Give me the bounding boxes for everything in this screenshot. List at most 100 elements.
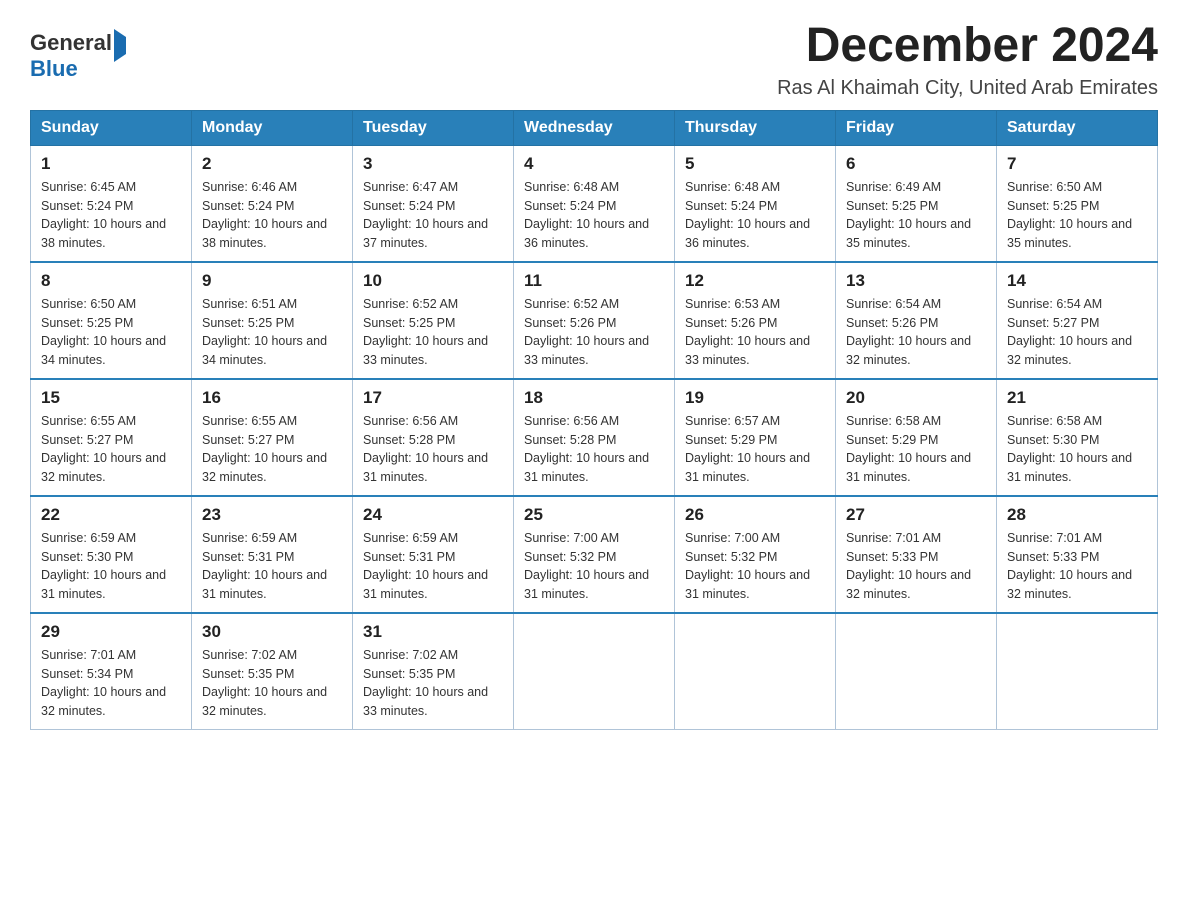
day-number: 14 xyxy=(1007,271,1147,291)
day-number: 5 xyxy=(685,154,825,174)
calendar-cell: 25 Sunrise: 7:00 AMSunset: 5:32 PMDayligh… xyxy=(514,496,675,613)
day-info: Sunrise: 6:48 AMSunset: 5:24 PMDaylight:… xyxy=(685,178,825,253)
day-number: 31 xyxy=(363,622,503,642)
day-info: Sunrise: 6:45 AMSunset: 5:24 PMDaylight:… xyxy=(41,178,181,253)
calendar-cell: 27 Sunrise: 7:01 AMSunset: 5:33 PMDayligh… xyxy=(836,496,997,613)
day-number: 26 xyxy=(685,505,825,525)
day-info: Sunrise: 6:48 AMSunset: 5:24 PMDaylight:… xyxy=(524,178,664,253)
day-info: Sunrise: 6:59 AMSunset: 5:31 PMDaylight:… xyxy=(202,529,342,604)
day-number: 18 xyxy=(524,388,664,408)
day-info: Sunrise: 7:01 AMSunset: 5:34 PMDaylight:… xyxy=(41,646,181,721)
logo-arrow-icon xyxy=(114,29,126,62)
week-row-5: 29 Sunrise: 7:01 AMSunset: 5:34 PMDayligh… xyxy=(31,613,1158,730)
calendar-cell: 1 Sunrise: 6:45 AMSunset: 5:24 PMDaylight… xyxy=(31,145,192,262)
day-number: 1 xyxy=(41,154,181,174)
logo-blue: Blue xyxy=(30,56,78,81)
day-number: 3 xyxy=(363,154,503,174)
logo-general: General xyxy=(30,30,112,55)
day-number: 11 xyxy=(524,271,664,291)
calendar-cell: 6Sunrise: 6:49 AMSunset: 5:25 PMDaylight… xyxy=(836,145,997,262)
calendar-cell: 7 Sunrise: 6:50 AMSunset: 5:25 PMDaylight… xyxy=(997,145,1158,262)
day-info: Sunrise: 6:47 AMSunset: 5:24 PMDaylight:… xyxy=(363,178,503,253)
calendar-table: SundayMondayTuesdayWednesdayThursdayFrid… xyxy=(30,110,1158,730)
day-info: Sunrise: 6:54 AMSunset: 5:27 PMDaylight:… xyxy=(1007,295,1147,370)
calendar-cell: 26 Sunrise: 7:00 AMSunset: 5:32 PMDayligh… xyxy=(675,496,836,613)
calendar-cell: 3 Sunrise: 6:47 AMSunset: 5:24 PMDaylight… xyxy=(353,145,514,262)
calendar-cell: 9 Sunrise: 6:51 AMSunset: 5:25 PMDaylight… xyxy=(192,262,353,379)
page-header: General Blue December 2024 Ras Al Khaima… xyxy=(30,20,1158,100)
day-info: Sunrise: 6:55 AMSunset: 5:27 PMDaylight:… xyxy=(41,412,181,487)
calendar-cell: 23 Sunrise: 6:59 AMSunset: 5:31 PMDayligh… xyxy=(192,496,353,613)
day-number: 29 xyxy=(41,622,181,642)
day-number: 20 xyxy=(846,388,986,408)
day-info: Sunrise: 6:58 AMSunset: 5:29 PMDaylight:… xyxy=(846,412,986,487)
calendar-cell: 2Sunrise: 6:46 AMSunset: 5:24 PMDaylight… xyxy=(192,145,353,262)
day-info: Sunrise: 6:50 AMSunset: 5:25 PMDaylight:… xyxy=(1007,178,1147,253)
header-row: SundayMondayTuesdayWednesdayThursdayFrid… xyxy=(31,110,1158,145)
location-title: Ras Al Khaimah City, United Arab Emirate… xyxy=(777,77,1158,100)
calendar-cell xyxy=(675,613,836,730)
day-info: Sunrise: 6:56 AMSunset: 5:28 PMDaylight:… xyxy=(524,412,664,487)
month-title: December 2024 xyxy=(777,20,1158,73)
day-info: Sunrise: 6:55 AMSunset: 5:27 PMDaylight:… xyxy=(202,412,342,487)
day-number: 10 xyxy=(363,271,503,291)
calendar-cell: 19Sunrise: 6:57 AMSunset: 5:29 PMDayligh… xyxy=(675,379,836,496)
header-thursday: Thursday xyxy=(675,110,836,145)
day-info: Sunrise: 6:59 AMSunset: 5:30 PMDaylight:… xyxy=(41,529,181,604)
header-friday: Friday xyxy=(836,110,997,145)
calendar-cell: 15 Sunrise: 6:55 AMSunset: 5:27 PMDayligh… xyxy=(31,379,192,496)
day-info: Sunrise: 6:59 AMSunset: 5:31 PMDaylight:… xyxy=(363,529,503,604)
day-number: 21 xyxy=(1007,388,1147,408)
day-info: Sunrise: 6:50 AMSunset: 5:25 PMDaylight:… xyxy=(41,295,181,370)
day-info: Sunrise: 6:57 AMSunset: 5:29 PMDaylight:… xyxy=(685,412,825,487)
day-info: Sunrise: 7:00 AMSunset: 5:32 PMDaylight:… xyxy=(685,529,825,604)
calendar-cell: 18 Sunrise: 6:56 AMSunset: 5:28 PMDayligh… xyxy=(514,379,675,496)
day-number: 2 xyxy=(202,154,342,174)
calendar-cell xyxy=(514,613,675,730)
day-number: 27 xyxy=(846,505,986,525)
calendar-cell xyxy=(997,613,1158,730)
calendar-cell: 17Sunrise: 6:56 AMSunset: 5:28 PMDayligh… xyxy=(353,379,514,496)
day-info: Sunrise: 7:01 AMSunset: 5:33 PMDaylight:… xyxy=(846,529,986,604)
title-area: December 2024 Ras Al Khaimah City, Unite… xyxy=(777,20,1158,100)
header-tuesday: Tuesday xyxy=(353,110,514,145)
day-number: 30 xyxy=(202,622,342,642)
day-number: 17 xyxy=(363,388,503,408)
day-number: 7 xyxy=(1007,154,1147,174)
calendar-cell: 16Sunrise: 6:55 AMSunset: 5:27 PMDayligh… xyxy=(192,379,353,496)
logo: General Blue xyxy=(30,30,126,82)
calendar-cell: 8 Sunrise: 6:50 AMSunset: 5:25 PMDaylight… xyxy=(31,262,192,379)
calendar-cell: 20 Sunrise: 6:58 AMSunset: 5:29 PMDayligh… xyxy=(836,379,997,496)
header-monday: Monday xyxy=(192,110,353,145)
day-info: Sunrise: 6:52 AMSunset: 5:25 PMDaylight:… xyxy=(363,295,503,370)
day-info: Sunrise: 6:54 AMSunset: 5:26 PMDaylight:… xyxy=(846,295,986,370)
calendar-cell: 10 Sunrise: 6:52 AMSunset: 5:25 PMDayligh… xyxy=(353,262,514,379)
calendar-cell: 24 Sunrise: 6:59 AMSunset: 5:31 PMDayligh… xyxy=(353,496,514,613)
calendar-cell: 14 Sunrise: 6:54 AMSunset: 5:27 PMDayligh… xyxy=(997,262,1158,379)
day-info: Sunrise: 7:00 AMSunset: 5:32 PMDaylight:… xyxy=(524,529,664,604)
day-number: 13 xyxy=(846,271,986,291)
day-number: 4 xyxy=(524,154,664,174)
day-number: 23 xyxy=(202,505,342,525)
week-row-4: 22Sunrise: 6:59 AMSunset: 5:30 PMDayligh… xyxy=(31,496,1158,613)
week-row-2: 8 Sunrise: 6:50 AMSunset: 5:25 PMDaylight… xyxy=(31,262,1158,379)
week-row-3: 15 Sunrise: 6:55 AMSunset: 5:27 PMDayligh… xyxy=(31,379,1158,496)
logo-text: General Blue xyxy=(30,30,126,82)
day-info: Sunrise: 6:53 AMSunset: 5:26 PMDaylight:… xyxy=(685,295,825,370)
day-number: 15 xyxy=(41,388,181,408)
calendar-cell: 31 Sunrise: 7:02 AMSunset: 5:35 PMDayligh… xyxy=(353,613,514,730)
header-wednesday: Wednesday xyxy=(514,110,675,145)
day-info: Sunrise: 6:51 AMSunset: 5:25 PMDaylight:… xyxy=(202,295,342,370)
calendar-cell: 29 Sunrise: 7:01 AMSunset: 5:34 PMDayligh… xyxy=(31,613,192,730)
day-info: Sunrise: 7:02 AMSunset: 5:35 PMDaylight:… xyxy=(363,646,503,721)
day-info: Sunrise: 6:58 AMSunset: 5:30 PMDaylight:… xyxy=(1007,412,1147,487)
day-number: 24 xyxy=(363,505,503,525)
calendar-cell: 4 Sunrise: 6:48 AMSunset: 5:24 PMDaylight… xyxy=(514,145,675,262)
day-info: Sunrise: 7:02 AMSunset: 5:35 PMDaylight:… xyxy=(202,646,342,721)
calendar-cell: 22Sunrise: 6:59 AMSunset: 5:30 PMDayligh… xyxy=(31,496,192,613)
day-number: 9 xyxy=(202,271,342,291)
header-saturday: Saturday xyxy=(997,110,1158,145)
day-number: 8 xyxy=(41,271,181,291)
day-number: 12 xyxy=(685,271,825,291)
day-number: 25 xyxy=(524,505,664,525)
